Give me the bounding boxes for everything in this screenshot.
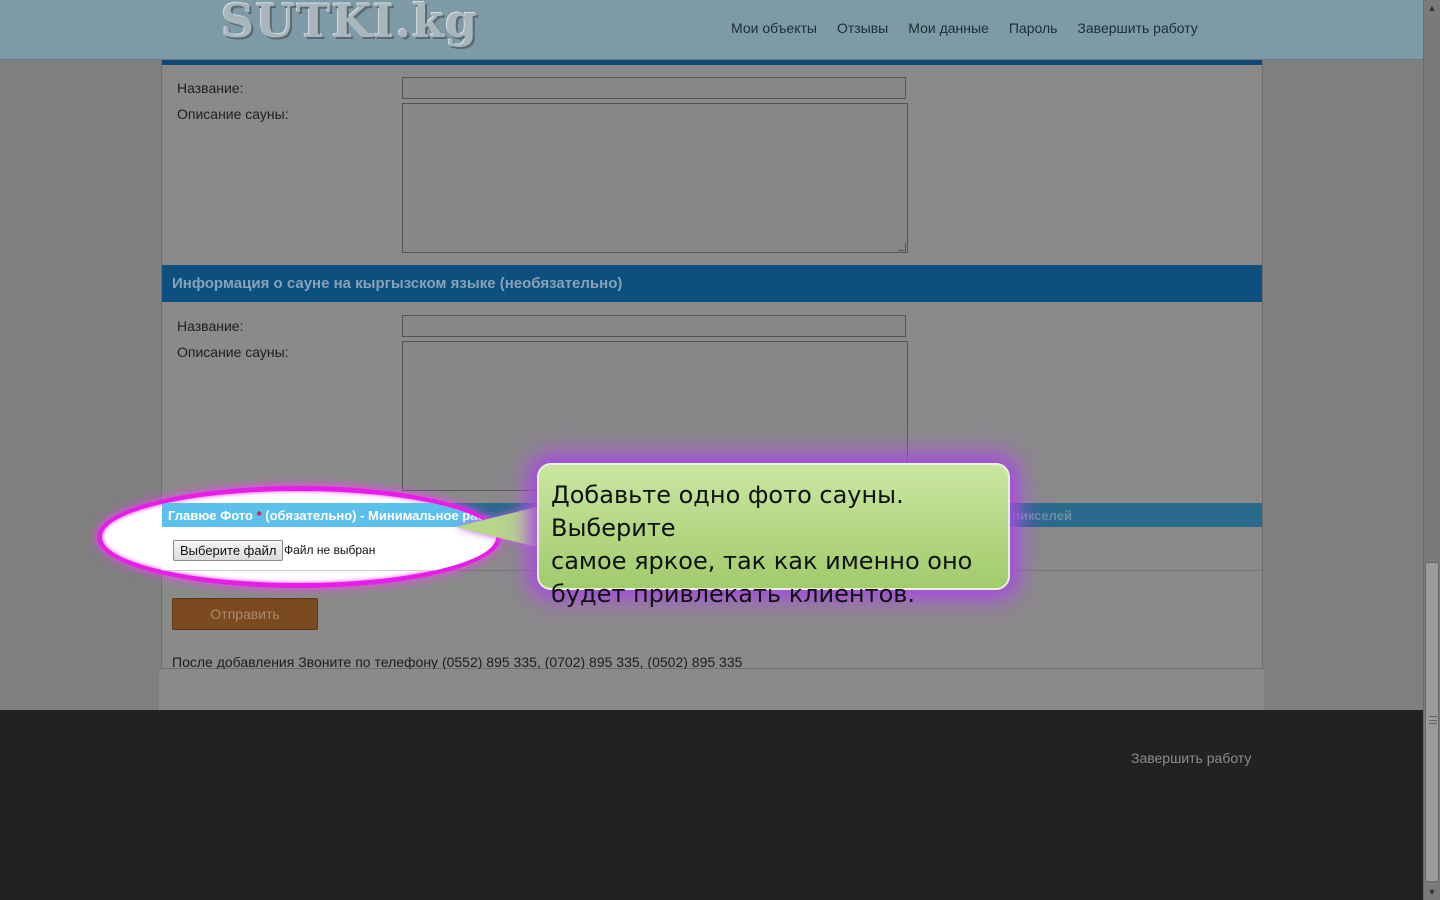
resize-handle-icon[interactable] [898,243,906,251]
file-status-text: Файл не выбран [284,543,376,557]
panel-bottom-strip [159,669,1264,710]
ru-name-label: Название: [177,80,244,96]
section-bar-edge [162,60,1262,65]
photo-section-header: Главюе Фото * (обязательно) - Минимально… [162,503,496,527]
site-header: SUTKI.kg Мои объекты Отзывы Мои данные П… [0,0,1423,60]
tooltip-line-3: будет привлекать клиентов. [551,580,916,608]
ru-desc-label: Описание сауны: [177,106,289,122]
tooltip-line-2: самое яркое, так как именно оно [551,547,973,575]
ky-name-input[interactable] [402,315,906,337]
tooltip-pointer [455,505,545,549]
vertical-scrollbar[interactable]: ▲ ▼ [1423,0,1440,900]
ru-name-input[interactable] [402,77,906,99]
photo-highlight-ring: Главюе Фото * (обязательно) - Минимально… [97,486,501,588]
submit-button[interactable]: Отправить [172,598,318,630]
nav-reviews[interactable]: Отзывы [837,20,888,36]
footer-logout-link[interactable]: Завершить работу [1131,750,1251,766]
grip-icon [1429,716,1437,724]
nav-my-data[interactable]: Мои данные [908,20,989,36]
top-nav: Мои объекты Отзывы Мои данные Пароль Зав… [731,20,1198,36]
ky-name-label: Название: [177,318,244,334]
site-footer: Завершить работу [0,710,1423,900]
contact-footnote: После добавления Звоните по телефону (05… [172,654,743,670]
photo-title-tail: пикселей [1012,508,1072,523]
ky-section-header: Информация о сауне на кыргызском языке (… [162,265,1262,302]
choose-file-button[interactable]: Выберите файл [173,540,284,561]
site-logo[interactable]: SUTKI.kg [221,0,478,48]
scroll-thumb[interactable] [1425,562,1439,882]
nav-password[interactable]: Пароль [1009,20,1058,36]
nav-logout[interactable]: Завершить работу [1077,20,1197,36]
ru-desc-textarea[interactable] [402,103,908,253]
scroll-up-arrow-icon[interactable]: ▲ [1424,0,1440,16]
scroll-down-arrow-icon[interactable]: ▼ [1424,884,1440,900]
ky-desc-label: Описание сауны: [177,344,289,360]
nav-my-objects[interactable]: Мои объекты [731,20,817,36]
tooltip-line-1: Добавьте одно фото сауны. Выберите [551,481,904,542]
tooltip-bubble: Добавьте одно фото сауны. Выберите самое… [537,463,1010,608]
